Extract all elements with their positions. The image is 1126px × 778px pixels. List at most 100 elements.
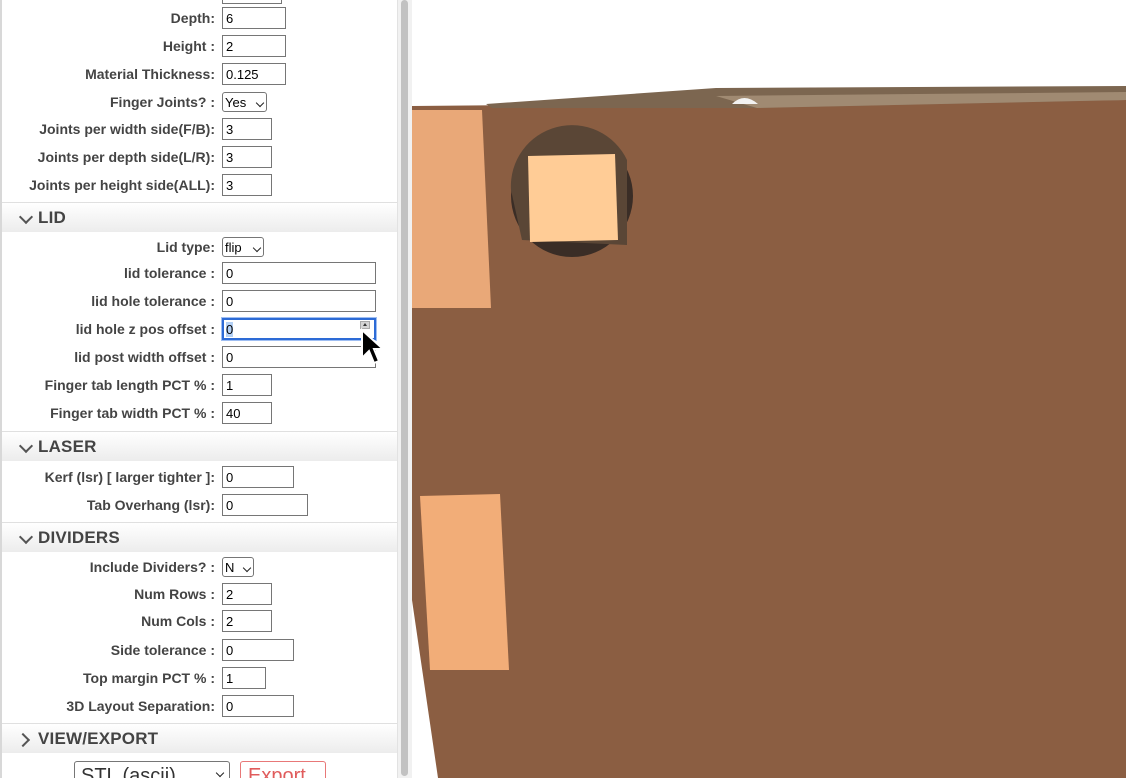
lid-hole-tolerance-input[interactable]: 0 [222,290,376,312]
3d-viewport[interactable] [412,0,1126,778]
section-lid-header[interactable]: LID [2,202,397,232]
lid-hole-z-value: 0 [226,322,234,337]
num-cols-row: Num Cols : 2 [2,609,397,633]
width-input-partial[interactable] [222,0,282,4]
include-dividers-value: N [225,560,235,575]
chevron-down-icon [18,438,34,454]
layout-separation-label: 3D Layout Separation: [66,698,215,714]
export-button[interactable]: Export [240,761,326,778]
include-dividers-row: Include Dividers? : N [2,555,397,579]
finger-joints-value: Yes [225,95,247,110]
side-tolerance-label: Side tolerance : [110,642,215,658]
lid-tolerance-label: lid tolerance : [123,265,215,281]
include-dividers-label: Include Dividers? : [89,559,215,575]
finger-tab-upper [412,110,491,308]
export-format-value: STL (ascii) [81,765,176,778]
finger-joints-label: Finger Joints? : [110,94,215,110]
lid-hole-z-label: lid hole z pos offset : [75,321,215,337]
num-rows-row: Num Rows : 2 [2,582,397,606]
lid-post-width-input[interactable]: 0 [222,346,376,368]
num-cols-input[interactable]: 2 [222,610,272,632]
section-lid-title: LID [38,208,66,227]
depth-row: Depth: 6 [2,6,397,30]
section-view-export-title: VIEW/EXPORT [38,729,159,748]
finger-tab-lower [420,494,509,670]
joints-width-label: Joints per width side(F/B): [39,121,215,137]
material-label: Material Thickness: [85,66,215,82]
tab-length-label: Finger tab length PCT % : [44,377,215,393]
chevron-down-icon [252,243,262,253]
chevron-down-icon [18,529,34,545]
tab-width-label: Finger tab width PCT % : [50,405,215,421]
side-tolerance-input[interactable]: 0 [222,639,294,661]
joints-width-row: Joints per width side(F/B): 3 [2,117,397,141]
lid-hole-z-row: lid hole z pos offset : 0 [2,317,397,341]
finger-joints-row: Finger Joints? : Yes [2,90,397,114]
include-dividers-select[interactable]: N [222,557,254,577]
lid-hole-z-input[interactable]: 0 [222,318,376,340]
section-dividers-header[interactable]: DIVIDERS [2,522,397,552]
joints-height-label: Joints per height side(ALL): [29,177,215,193]
joints-width-input[interactable]: 3 [222,118,272,140]
layout-separation-row: 3D Layout Separation: 0 [2,694,397,718]
depth-input[interactable]: 6 [222,7,286,29]
height-label: Height : [162,38,215,54]
height-input[interactable]: 2 [222,35,286,57]
chevron-down-icon [18,209,34,225]
top-margin-input[interactable]: 1 [222,667,266,689]
export-button-label: Export [248,765,306,778]
num-rows-input[interactable]: 2 [222,583,272,605]
overhang-label: Tab Overhang (lsr): [86,497,215,513]
kerf-label: Kerf (lsr) [ larger tighter ]: [44,469,215,485]
mouse-cursor-icon [361,328,386,365]
depth-label: Depth: [170,10,215,26]
export-format-select[interactable]: STL (ascii) [74,761,230,778]
lid-post-width-row: lid post width offset : 0 [2,345,397,369]
chevron-down-icon [242,563,252,573]
finger-joints-select[interactable]: Yes [222,92,267,112]
chevron-down-icon [255,98,265,108]
material-thickness-input[interactable]: 0.125 [222,63,286,85]
tab-width-row: Finger tab width PCT % : 40 [2,401,397,425]
joints-depth-input[interactable]: 3 [222,146,272,168]
settings-panel: Depth: 6 Height : 2 Material Thickness: … [0,0,397,778]
hole-square-tab [528,154,618,242]
chevron-down-icon [215,768,225,778]
lid-type-value: flip [225,240,242,255]
panel-scrollbar[interactable] [397,0,412,778]
top-margin-label: Top margin PCT % : [83,670,215,686]
lid-type-row: Lid type: flip [2,235,397,259]
material-row: Material Thickness: 0.125 [2,62,397,86]
section-laser-header[interactable]: LASER [2,431,397,461]
lid-hole-tolerance-row: lid hole tolerance : 0 [2,289,397,313]
kerf-row: Kerf (lsr) [ larger tighter ]: 0 [2,465,397,489]
num-rows-label: Num Rows : [134,586,215,602]
kerf-input[interactable]: 0 [222,466,294,488]
section-dividers-title: DIVIDERS [38,528,120,547]
box-render [412,86,1126,778]
tab-width-input[interactable]: 40 [222,402,272,424]
side-tolerance-row: Side tolerance : 0 [2,638,397,662]
chevron-right-icon [15,732,31,748]
tab-length-input[interactable]: 1 [222,374,272,396]
top-margin-row: Top margin PCT % : 1 [2,666,397,690]
lid-post-width-label: lid post width offset : [74,349,215,365]
lid-hole-tolerance-label: lid hole tolerance : [91,293,215,309]
lid-tolerance-row: lid tolerance : 0 [2,261,397,285]
lid-type-select[interactable]: flip [222,237,264,257]
joints-depth-row: Joints per depth side(L/R): 3 [2,145,397,169]
height-row: Height : 2 [2,34,397,58]
overhang-row: Tab Overhang (lsr): 0 [2,493,397,517]
section-view-export-header[interactable]: VIEW/EXPORT [2,723,397,753]
tab-length-row: Finger tab length PCT % : 1 [2,373,397,397]
layout-separation-input[interactable]: 0 [222,695,294,717]
joints-height-input[interactable]: 3 [222,174,272,196]
joints-depth-label: Joints per depth side(L/R): [37,149,215,165]
lid-tolerance-input[interactable]: 0 [222,262,376,284]
lid-type-label: Lid type: [156,239,215,255]
overhang-input[interactable]: 0 [222,494,308,516]
scrollbar-thumb[interactable] [401,0,408,776]
section-laser-title: LASER [38,437,97,456]
joints-height-row: Joints per height side(ALL): 3 [2,173,397,197]
num-cols-label: Num Cols : [141,613,215,629]
